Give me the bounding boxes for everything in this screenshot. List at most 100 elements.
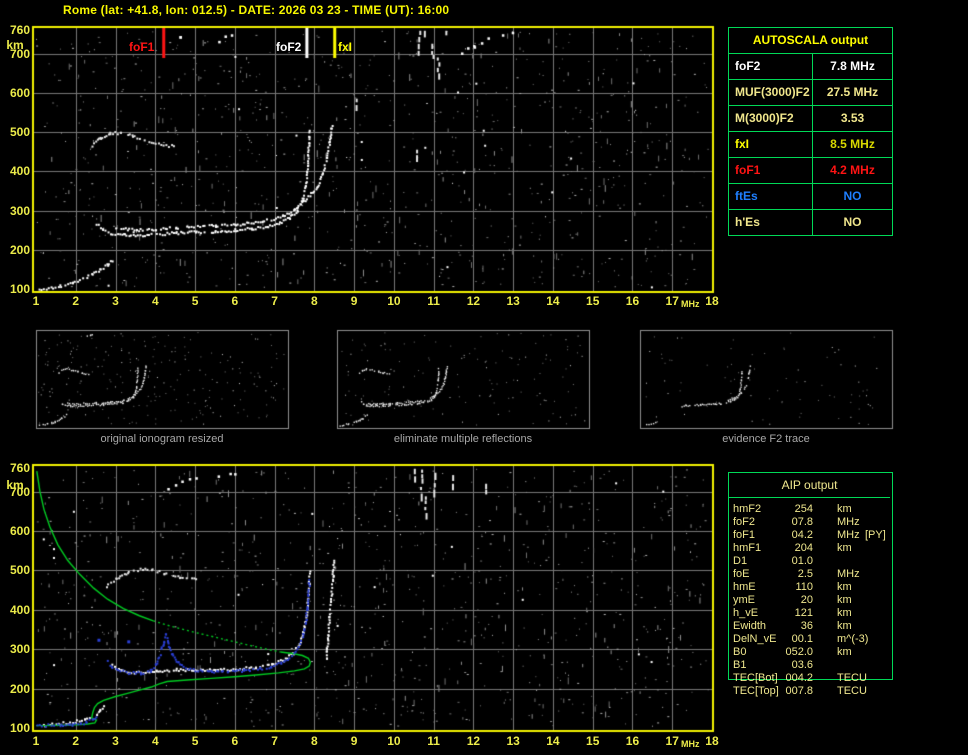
param-value-ftes: NO	[843, 189, 862, 203]
top-plot-x-tick-7: 7	[271, 294, 278, 308]
top-plot-x-tick-6: 6	[231, 294, 239, 308]
top-plot-y-tick-760: 760	[9, 23, 30, 37]
aip-param-unit: TECU	[837, 672, 867, 684]
aip-param-label: hmE	[733, 581, 756, 593]
top-plot-x-tick-15: 15	[586, 294, 600, 308]
param-value-m3000f2: 3.53	[840, 111, 865, 125]
aip-param-unit: km	[837, 607, 852, 619]
bottom-plot-x-tick-4: 4	[151, 734, 159, 748]
param-value-fof1: 4.2 MHz	[830, 163, 875, 177]
top-plot-x-axis-unit: MHz	[681, 299, 700, 309]
aip-param-unit: km	[837, 594, 852, 606]
aip-param-label: B1	[733, 659, 747, 671]
param-label-muf3000f2: MUF(3000)F2	[729, 80, 813, 105]
aip-param-unit: m^(-3)	[837, 633, 869, 645]
top-plot-y-axis-unit: km	[6, 38, 24, 52]
bottom-plot-x-tick-5: 5	[191, 734, 199, 748]
top-plot-y-tick-200: 200	[9, 242, 30, 257]
aip-param-value: 00.1	[791, 633, 813, 645]
aip-table-header-divider	[729, 497, 890, 498]
bottom-plot-x-tick-7: 7	[271, 734, 278, 748]
top-plot-y-tick-300: 300	[9, 203, 30, 218]
aip-row-tec-top-: TEC[Top] 007.8 TECU	[733, 685, 901, 698]
aip-row-fof1: foF1 04.2 MHz [PY]	[733, 529, 901, 542]
aip-param-label: D1	[733, 555, 748, 567]
bottom-plot-x-tick-13: 13	[506, 734, 520, 748]
top-plot-y-tick-600: 600	[9, 85, 30, 100]
autoscala-row-hpes: h'Es NO	[729, 209, 892, 235]
aip-row-h-ve: h_vE 121 km	[733, 607, 901, 620]
aip-param-label: h_vE	[733, 607, 759, 619]
bottom-plot-x-tick-9: 9	[350, 734, 358, 748]
fof1-marker-label: foF1	[129, 40, 155, 54]
aip-row-b1: B1 03.6	[733, 659, 901, 672]
param-label-fof2: foF2	[729, 54, 813, 79]
top-plot-x-tick-18: 18	[705, 294, 719, 308]
bottom-plot-y-tick-400: 400	[9, 602, 30, 617]
bottom-plot-x-tick-2: 2	[72, 734, 80, 748]
top-plot-x-tick-16: 16	[625, 294, 640, 308]
bottom-plot-x-axis-unit: MHz	[681, 739, 700, 749]
aip-param-label: foE	[733, 568, 750, 580]
param-value-hpes: NO	[843, 215, 862, 229]
param-label-ftes: ftEs	[729, 184, 813, 209]
bottom-plot-x-tick-8: 8	[311, 734, 318, 748]
aip-param-unit: km	[837, 581, 852, 593]
aip-param-value: 007.8	[785, 685, 813, 697]
top-plot-y-tick-500: 500	[9, 125, 30, 140]
bottom-plot-y-tick-600: 600	[9, 524, 30, 539]
aip-param-value: 07.8	[791, 516, 813, 528]
fof2-marker-label: foF2	[276, 40, 302, 54]
param-value-fxi: 8.5 MHz	[830, 137, 875, 151]
top-plot-x-tick-14: 14	[546, 294, 560, 308]
top-plot-x-tick-8: 8	[311, 294, 318, 308]
aip-param-value: 254	[794, 503, 813, 515]
bottom-plot-x-tick-6: 6	[231, 734, 239, 748]
aip-param-value: 052.0	[785, 646, 813, 658]
param-label-m3000f2: M(3000)F2	[729, 106, 813, 131]
param-label-hpes: h'Es	[729, 210, 813, 235]
top-plot-x-tick-13: 13	[506, 294, 520, 308]
top-plot-y-tick-400: 400	[9, 164, 30, 179]
aip-param-label: Ewidth	[733, 620, 767, 632]
bottom-plot-y-tick-100: 100	[9, 721, 30, 735]
autoscala-row-fxi: fxI 8.5 MHz	[729, 131, 892, 157]
bottom-plot-x-tick-12: 12	[466, 734, 481, 748]
bottom-plot-y-tick-500: 500	[9, 563, 30, 578]
aip-row-ewidth: Ewidth 36 km	[733, 620, 901, 633]
top-plot-x-tick-10: 10	[387, 294, 401, 308]
aip-param-label: ymE	[733, 594, 755, 606]
aip-param-label: B0	[733, 646, 747, 658]
bottom-plot-x-tick-18: 18	[705, 734, 719, 748]
aip-param-unit: TECU	[837, 685, 867, 697]
top-plot-x-tick-5: 5	[191, 294, 199, 308]
autoscala-table-title: AUTOSCALA output	[729, 28, 892, 54]
autoscala-output-table: AUTOSCALA output foF2 7.8 MHz MUF(3000)F…	[728, 27, 893, 236]
bottom-plot-x-tick-1: 1	[32, 734, 40, 748]
aip-param-unit: km	[837, 646, 852, 658]
aip-param-unit: km	[837, 542, 852, 554]
thumbnail-caption-original: original ionogram resized	[100, 433, 224, 445]
autoscala-row-fof2: foF2 7.8 MHz	[729, 54, 892, 79]
top-plot-x-tick-9: 9	[350, 294, 358, 308]
bottom-plot-x-tick-10: 10	[387, 734, 401, 748]
param-label-fof1: foF1	[729, 158, 813, 183]
fxi-marker-label: fxI	[338, 40, 353, 54]
aip-param-value: 204	[794, 542, 813, 554]
aip-row-b0: B0 052.0 km	[733, 646, 901, 659]
aip-param-value: 121	[794, 607, 813, 619]
param-label-fxi: fxI	[729, 132, 813, 157]
thumbnail-caption-eliminate: eliminate multiple reflections	[393, 433, 533, 445]
aip-param-value: 110	[795, 581, 813, 593]
bottom-plot-y-tick-760: 760	[9, 461, 30, 475]
aip-row-hmf2: hmF2 254 km	[733, 503, 901, 516]
top-plot-x-tick-12: 12	[466, 294, 481, 308]
top-plot-x-tick-4: 4	[151, 294, 159, 308]
top-plot-x-tick-3: 3	[112, 294, 119, 308]
aip-param-value: 36	[800, 620, 813, 632]
param-value-fof2: 7.8 MHz	[830, 59, 875, 73]
station-title: Rome (lat: +41.8, lon: 012.5) - DATE: 20…	[63, 3, 450, 17]
top-plot-x-tick-11: 11	[427, 294, 440, 308]
aip-param-value: 2.5	[797, 568, 813, 580]
bottom-plot-x-tick-14: 14	[546, 734, 560, 748]
